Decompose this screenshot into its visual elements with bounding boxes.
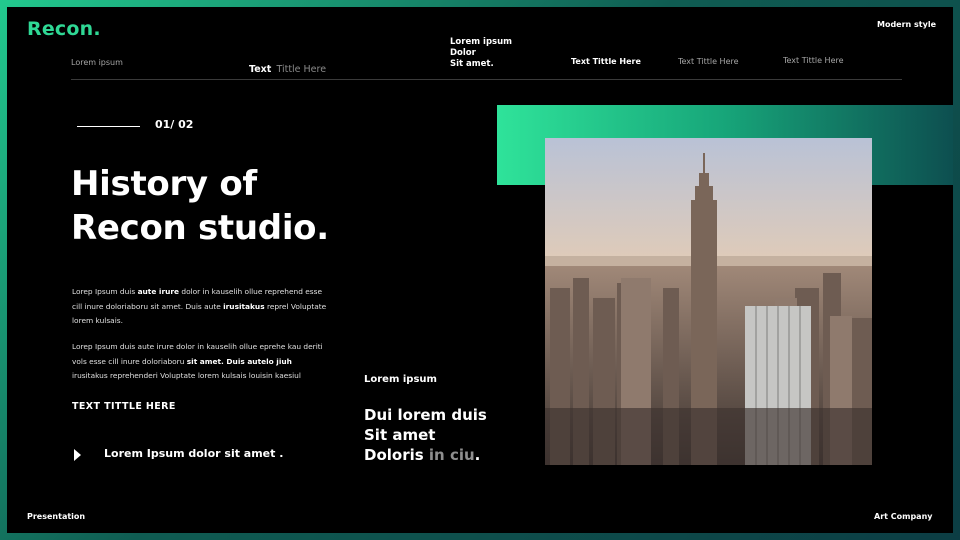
para2-text-2: irusitakus reprehenderi Voluptate lorem …	[72, 371, 301, 381]
mid-caption: Lorem ipsum	[364, 374, 437, 385]
nav-item-4[interactable]: Text Tittle Here	[571, 57, 641, 66]
slide-counter: 01/ 02	[155, 118, 194, 131]
mid-heading-line-1: Dui lorem duis	[364, 406, 487, 424]
nav-item-3-line-2: Dolor	[450, 48, 476, 58]
brand-name: Recon	[27, 18, 94, 40]
para1-bold-2: irusitakus	[223, 301, 265, 311]
nav-item-3-line-1: Lorem ipsum	[450, 37, 512, 47]
brand-logo[interactable]: Recon.	[27, 18, 101, 40]
mid-heading-line-2: Sit amet	[364, 426, 436, 444]
play-icon[interactable]	[74, 449, 81, 461]
footer-right-label: Art Company	[874, 512, 933, 521]
para1-bold-1: aute irure	[137, 287, 180, 296]
body-paragraph-2: Lorep Ipsum duis aute irure dolor in kau…	[72, 340, 327, 384]
title-line-1: History of	[71, 164, 257, 204]
nav-item-3-line-3: Sit amet.	[450, 59, 494, 69]
nav-divider	[71, 79, 902, 80]
nav-item-2-strong: Text	[249, 64, 272, 75]
play-item-label[interactable]: Lorem Ipsum dolor sit amet .	[104, 447, 283, 460]
body-paragraph-1: Lorep Ipsum duis aute irure dolor in kau…	[72, 285, 327, 329]
brand-dot: .	[93, 18, 101, 40]
nav-item-2-dim: Tittle Here	[276, 64, 327, 75]
mid-line3-strong: Doloris	[364, 446, 424, 464]
counter-line	[77, 126, 140, 127]
city-skyline-photo	[545, 138, 872, 465]
nav-item-6[interactable]: Text Tittle Here	[783, 56, 844, 65]
footer-left-label: Presentation	[27, 512, 86, 521]
title-line-2: Recon studio.	[71, 208, 329, 248]
mid-heading-line-3: Doloris in ciu.	[364, 445, 487, 465]
nav-item-2[interactable]: Text Tittle Here	[249, 57, 326, 76]
para2-bold-1: sit amet. Duis autelo jiuh	[186, 356, 292, 366]
para1-text-1: Lorep Ipsum duis	[72, 287, 138, 296]
mid-heading: Dui lorem duis Sit amet Doloris in ciu.	[364, 405, 487, 465]
slide: Recon. Modern style Lorem ipsum Text Tit…	[7, 7, 953, 533]
nav-item-5[interactable]: Text Tittle Here	[678, 57, 739, 66]
header-corner-label: Modern style	[877, 20, 937, 29]
mid-line3-dim: in ciu	[428, 446, 475, 464]
city-skyline-illustration	[545, 138, 872, 465]
nav-item-1[interactable]: Lorem ipsum	[71, 58, 123, 67]
section-title: TEXT TITTLE HERE	[72, 401, 176, 412]
nav-item-3[interactable]: Lorem ipsum Dolor Sit amet.	[450, 37, 512, 70]
mid-line3-end: .	[474, 446, 481, 464]
page-title: History of Recon studio.	[71, 162, 391, 250]
